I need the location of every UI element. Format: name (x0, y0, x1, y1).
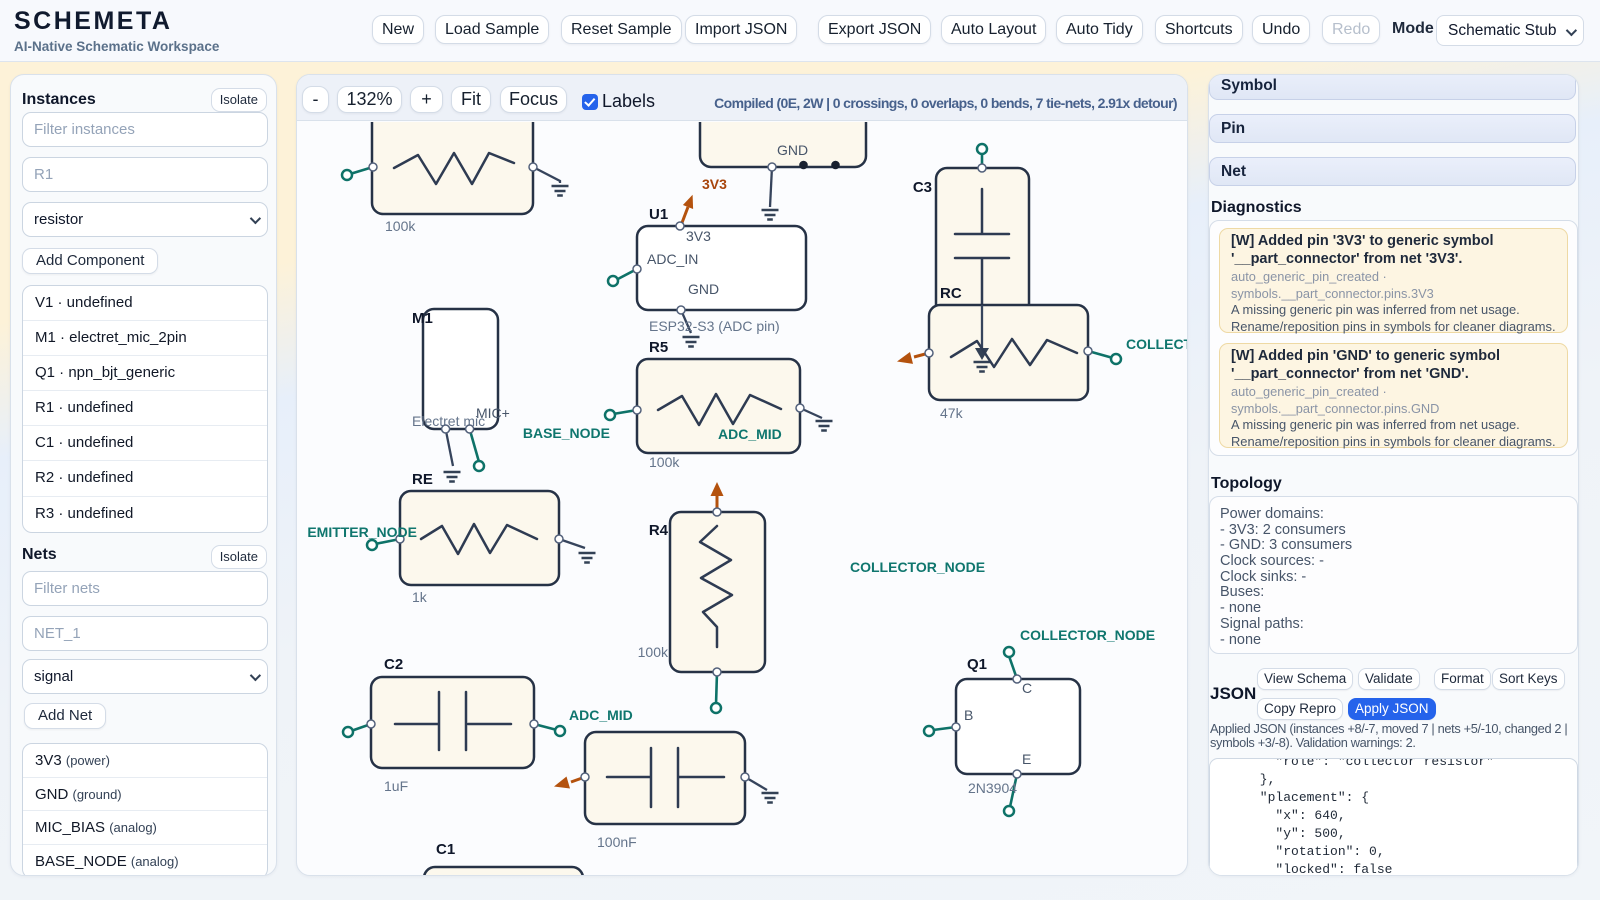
svg-text:COLLECTOR_NODE: COLLECTOR_NODE (850, 559, 985, 575)
svg-text:RE: RE (412, 471, 433, 488)
svg-text:ESP32-S3 (ADC pin): ESP32-S3 (ADC pin) (649, 318, 780, 334)
svg-text:C: C (1022, 680, 1032, 696)
svg-text:100k: 100k (385, 218, 416, 234)
svg-text:EMITTER_NODE: EMITTER_NODE (307, 524, 417, 540)
svg-text:100k: 100k (649, 454, 680, 470)
svg-text:R5: R5 (649, 339, 668, 356)
svg-text:ADC_MID: ADC_MID (569, 707, 633, 723)
svg-text:47k: 47k (940, 405, 964, 421)
svg-text:GND: GND (777, 142, 808, 158)
svg-text:E: E (1022, 751, 1031, 767)
svg-text:COLLECTOR_NODE: COLLECTOR_NODE (1020, 627, 1155, 643)
svg-text:1k: 1k (412, 589, 428, 605)
svg-text:RC: RC (940, 285, 962, 302)
svg-text:C2: C2 (384, 656, 403, 673)
svg-text:3V3: 3V3 (686, 228, 711, 244)
svg-text:B: B (964, 707, 973, 723)
svg-text:R4: R4 (649, 522, 669, 539)
svg-text:2N3904: 2N3904 (968, 780, 1017, 796)
svg-text:3V3: 3V3 (702, 176, 727, 192)
svg-text:U1: U1 (649, 206, 668, 223)
svg-text:C3: C3 (913, 179, 932, 196)
svg-text:Q1: Q1 (967, 656, 987, 673)
svg-text:ADC_IN: ADC_IN (647, 251, 698, 267)
svg-text:100nF: 100nF (597, 834, 637, 850)
svg-text:GND: GND (688, 281, 719, 297)
svg-text:1uF: 1uF (384, 778, 408, 794)
svg-text:100k: 100k (638, 644, 669, 660)
svg-text:M1: M1 (412, 310, 433, 327)
svg-text:C1: C1 (436, 841, 455, 858)
svg-text:COLLECTOR_NODE: COLLECTOR_NODE (1126, 336, 1187, 352)
svg-text:MIC+: MIC+ (476, 405, 510, 421)
svg-text:BASE_NODE: BASE_NODE (523, 425, 610, 441)
svg-text:ADC_MID: ADC_MID (718, 426, 782, 442)
